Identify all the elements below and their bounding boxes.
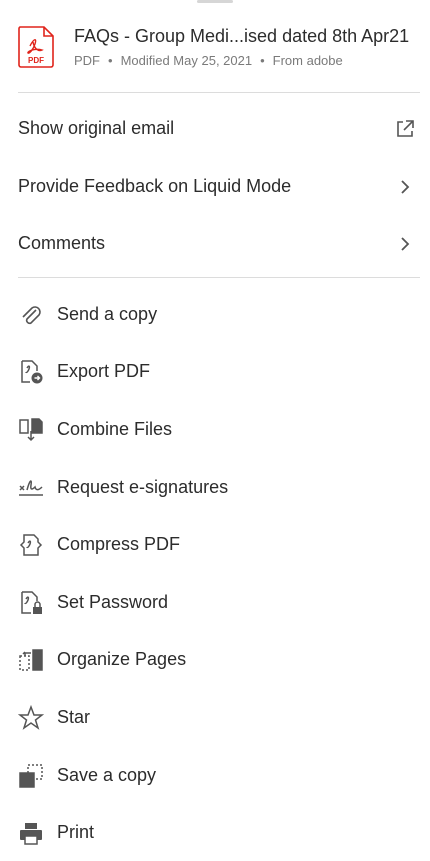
external-link-icon <box>394 118 416 140</box>
organize-pages-icon <box>18 647 44 673</box>
export-pdf-icon <box>18 359 44 385</box>
menu-item-label: Show original email <box>18 118 175 138</box>
file-modified: Modified May 25, 2021 <box>120 53 253 68</box>
organize-pages-item[interactable]: Organize Pages <box>0 631 430 688</box>
tool-label: Compress PDF <box>57 534 181 554</box>
tool-label: Organize Pages <box>57 649 187 669</box>
meta-separator: • <box>108 53 113 68</box>
file-source: From adobe <box>272 53 343 68</box>
printer-icon <box>18 820 44 846</box>
header-divider <box>18 92 420 93</box>
combine-files-icon <box>18 417 44 443</box>
signature-icon <box>18 475 44 501</box>
file-header: PDF FAQs - Group Medi...ised dated 8th A… <box>18 18 420 74</box>
tool-label: Print <box>57 822 95 842</box>
comments-item[interactable]: Comments <box>0 215 430 272</box>
sheet-grab-handle[interactable] <box>197 0 233 3</box>
chevron-right-icon <box>394 176 416 198</box>
set-password-item[interactable]: Set Password <box>0 574 430 631</box>
file-type: PDF <box>74 53 100 68</box>
menu-item-label: Provide Feedback on Liquid Mode <box>18 176 292 196</box>
send-copy-item[interactable]: Send a copy <box>0 286 430 343</box>
meta-separator: • <box>260 53 265 68</box>
request-esignatures-item[interactable]: Request e-signatures <box>0 459 430 516</box>
file-meta: PDF • Modified May 25, 2021 • From adobe <box>74 53 420 68</box>
star-item[interactable]: Star <box>0 689 430 746</box>
paperclip-icon <box>18 302 44 328</box>
save-copy-icon <box>18 763 44 789</box>
tool-label: Combine Files <box>57 419 173 439</box>
star-icon <box>18 704 44 731</box>
save-copy-item[interactable]: Save a copy <box>0 747 430 804</box>
tool-label: Set Password <box>57 592 169 612</box>
tool-label: Star <box>57 707 91 727</box>
compress-pdf-item[interactable]: Compress PDF <box>0 516 430 573</box>
tool-label: Save a copy <box>57 765 157 785</box>
tool-label: Request e-signatures <box>57 477 229 497</box>
section-divider <box>18 277 420 278</box>
export-pdf-item[interactable]: Export PDF <box>0 343 430 400</box>
file-title: FAQs - Group Medi...ised dated 8th Apr21 <box>74 26 410 46</box>
show-original-email-item[interactable]: Show original email <box>0 100 430 157</box>
menu-item-label: Comments <box>18 233 106 253</box>
compress-pdf-icon <box>18 532 44 558</box>
tool-label: Export PDF <box>57 361 151 381</box>
liquid-mode-feedback-item[interactable]: Provide Feedback on Liquid Mode <box>0 158 430 215</box>
lock-file-icon <box>18 590 44 616</box>
pdf-icon-label: PDF <box>28 56 44 65</box>
pdf-file-icon: PDF <box>18 26 54 68</box>
print-item[interactable]: Print <box>0 804 430 861</box>
chevron-right-icon <box>394 233 416 255</box>
tool-label: Send a copy <box>57 304 158 324</box>
combine-files-item[interactable]: Combine Files <box>0 401 430 458</box>
